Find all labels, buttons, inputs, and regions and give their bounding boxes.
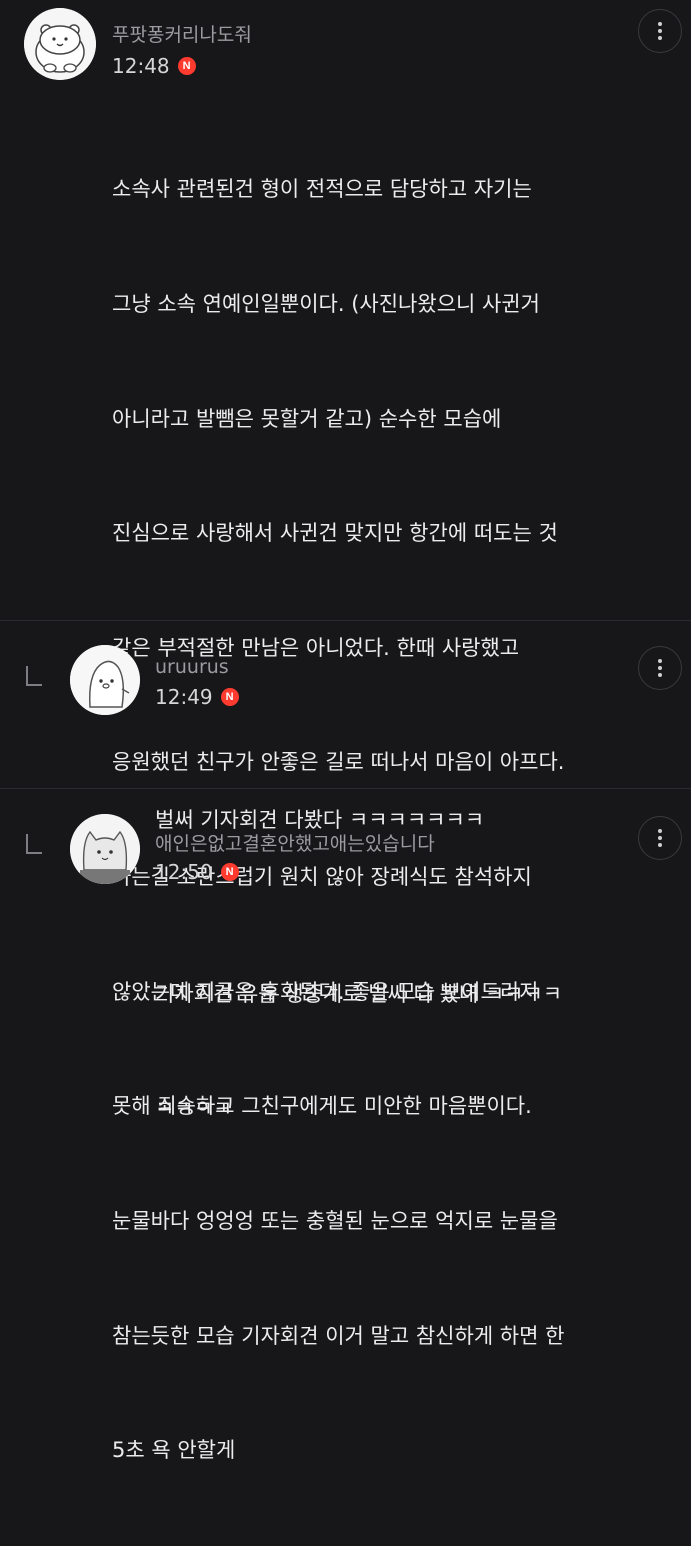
comment-item: 푸팟퐁커리나도줘 12:48 N 소속사 관련된건 형이 전적으로 담당하고 자…	[0, 0, 691, 1462]
comment-line: 기자회견 유튭 생중계로 벌써 다 봤네 ㅋㅋㅋㅋ	[155, 982, 563, 1007]
cat-avatar-icon	[70, 814, 140, 884]
comment-line: 그냥 소속 연예인일뿐이다. (사진나왔으니 사귄거	[112, 292, 540, 317]
new-badge: N	[177, 57, 196, 75]
comment-body: 기자회견 유튭 생중계로 벌써 다 봤네 ㅋㅋㅋㅋ ㅋㅋㅋㅋ	[155, 899, 562, 1205]
comment-line: 5초 욕 안할게	[112, 1438, 236, 1463]
new-badge: N	[220, 688, 239, 706]
new-badge: N	[220, 863, 239, 881]
avatar[interactable]	[70, 814, 140, 884]
timestamp-row: 12:48 N	[112, 54, 196, 78]
nickname[interactable]: 푸팟퐁커리나도줘	[112, 20, 252, 47]
nickname[interactable]: 애인은없고결혼안했고애는있습니다	[155, 829, 435, 856]
avatar[interactable]	[24, 8, 96, 80]
more-options-button[interactable]	[638, 646, 682, 690]
more-options-button[interactable]	[638, 9, 682, 53]
nickname[interactable]: uruurus	[155, 656, 229, 678]
timestamp-row: 12:50 N	[155, 860, 239, 884]
reply-item: uruurus 12:49 N 벌써 기자회견 다봤다 ㅋㅋㅋㅋㅋㅋㅋ	[0, 621, 691, 832]
comment-line: 진심으로 사랑해서 사귄건 맞지만 항간에 떠도는 것	[112, 521, 558, 546]
comment-line: 참는듯한 모습 기자회견 이거 말고 참신하게 하면 한	[112, 1323, 565, 1348]
timestamp: 12:49	[155, 685, 213, 709]
timestamp: 12:50	[155, 860, 213, 884]
comment-line: 눈물바다 엉엉엉 또는 충혈된 눈으로 억지로 눈물을	[112, 1208, 558, 1233]
bird-avatar-icon	[70, 645, 140, 715]
reply-arrow-icon	[26, 834, 42, 854]
avatar[interactable]	[70, 645, 140, 715]
timestamp: 12:48	[112, 54, 170, 78]
hamster-avatar-icon	[24, 8, 96, 80]
comment-line: 아니라고 발뺌은 못할거 같고) 순수한 모습에	[112, 406, 502, 431]
timestamp-row: 12:49 N	[155, 685, 239, 709]
reply-arrow-icon	[26, 666, 42, 686]
comment-line: 소속사 관련된건 형이 전적으로 담당하고 자기는	[112, 177, 532, 202]
reply-item: 애인은없고결혼안했고애는있습니다 12:50 N 기자회견 유튭 생중계로 벌써…	[0, 789, 691, 1121]
more-options-button[interactable]	[638, 816, 682, 860]
comment-line: ㅋㅋㅋㅋ	[155, 1097, 233, 1122]
more-vertical-icon	[658, 658, 662, 679]
more-vertical-icon	[658, 21, 662, 42]
more-vertical-icon	[658, 828, 662, 849]
